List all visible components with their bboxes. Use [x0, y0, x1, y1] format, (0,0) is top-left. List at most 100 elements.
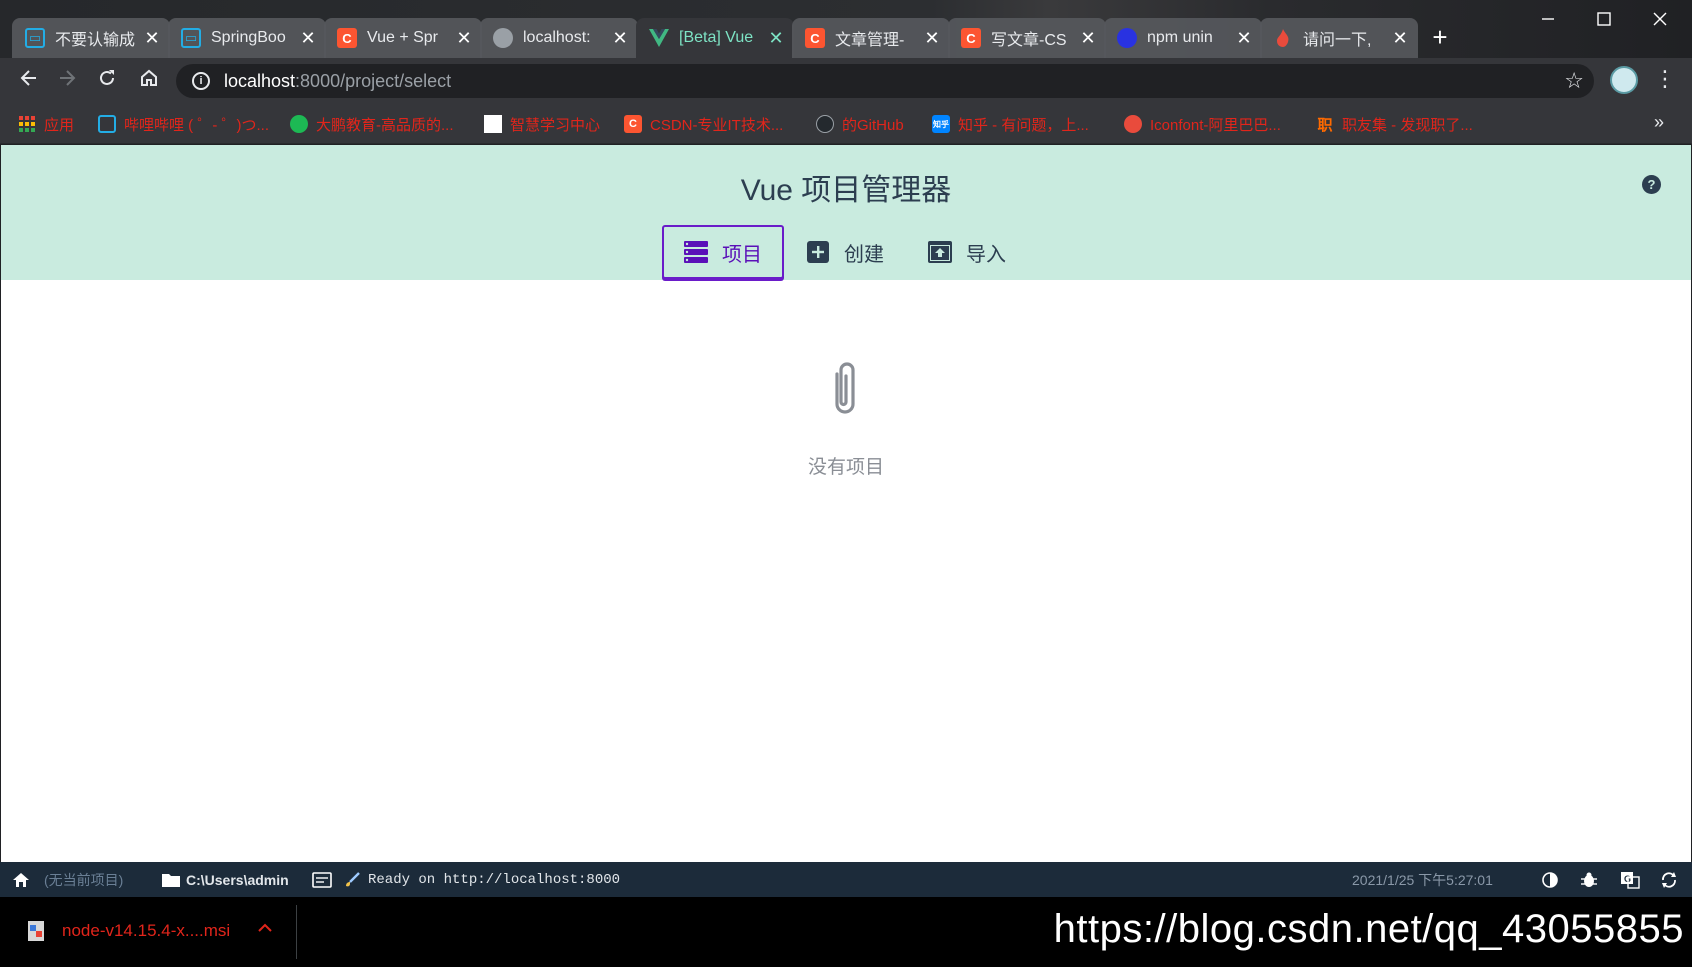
- reload-icon[interactable]: [92, 66, 122, 96]
- tab-title: Vue + Spr: [367, 29, 439, 46]
- bookmark-github[interactable]: 的GitHub: [816, 112, 904, 136]
- tab-label: 导入: [966, 243, 1006, 266]
- bookmark-label: 职友集 - 发现职了...: [1342, 116, 1473, 134]
- current-folder[interactable]: C:\Users\admin: [162, 862, 289, 897]
- browser-tab[interactable]: C 写文章-CS ✕: [948, 18, 1106, 58]
- dark-mode-icon[interactable]: [1542, 862, 1558, 897]
- browser-tab[interactable]: ▭ SpringBoo ✕: [168, 18, 326, 58]
- log-message[interactable]: Ready on http://localhost:8000: [368, 862, 620, 897]
- bookmark-bilibili[interactable]: 哔哩哔哩 ( ゜- ゜)つ...: [98, 112, 269, 136]
- baidu-icon: [1117, 28, 1137, 48]
- profile-avatar[interactable]: [1610, 66, 1638, 94]
- forward-icon[interactable]: [52, 66, 82, 96]
- tab-title: 不要认输成: [55, 32, 136, 49]
- close-icon[interactable]: ✕: [610, 28, 630, 49]
- empty-state-text: 没有项目: [807, 457, 884, 478]
- csdn-icon: C: [961, 28, 981, 48]
- browser-tab[interactable]: ▭ 不要认输成 ✕: [12, 18, 170, 58]
- address-bar[interactable]: i localhost :8000/project/select ☆: [176, 64, 1594, 98]
- bilibili-icon: ▭: [25, 28, 45, 48]
- more-menu-icon[interactable]: ⋮: [1654, 66, 1676, 92]
- csdn-icon: C: [805, 28, 825, 48]
- translate-icon[interactable]: G: [1620, 862, 1640, 897]
- csdn-icon: C: [337, 28, 357, 48]
- close-icon[interactable]: ✕: [922, 28, 942, 49]
- browser-tab[interactable]: npm unin ✕: [1104, 18, 1262, 58]
- blank-page-icon: [484, 115, 502, 133]
- close-icon[interactable]: ✕: [1390, 28, 1410, 49]
- browser-tab[interactable]: localhost: ✕: [480, 18, 638, 58]
- new-tab-button[interactable]: +: [1424, 22, 1456, 54]
- bookmark-label: 的GitHub: [842, 116, 904, 134]
- chevron-up-icon[interactable]: [258, 919, 272, 937]
- tab-projects[interactable]: 项目: [662, 225, 784, 279]
- bookmark-zhihu[interactable]: 知乎 知乎 - 有问题，上...: [932, 112, 1089, 136]
- close-icon[interactable]: ✕: [454, 28, 474, 49]
- tab-title: localhost:: [523, 29, 591, 46]
- bookmark-dapeng[interactable]: 大鹏教育-高品质的...: [290, 112, 454, 136]
- bookmark-label: CSDN-专业IT技术...: [650, 116, 784, 134]
- bookmark-apps[interactable]: 应用: [18, 112, 74, 136]
- bookmark-iconfont[interactable]: Iconfont-阿里巴巴...: [1124, 112, 1281, 136]
- import-icon: [928, 241, 952, 263]
- close-icon[interactable]: ✕: [1078, 28, 1098, 49]
- divider: [296, 905, 297, 959]
- site-info-icon[interactable]: i: [192, 72, 210, 90]
- bilibili-icon: [98, 115, 116, 133]
- tab-create[interactable]: 创建: [784, 225, 906, 279]
- bug-icon[interactable]: [1580, 862, 1598, 897]
- msi-file-icon: [28, 921, 44, 941]
- tab-title: 写文章-CS: [991, 32, 1067, 49]
- window-close-button[interactable]: [1632, 6, 1688, 34]
- bookmark-smart-learning[interactable]: 智慧学习中心: [484, 112, 600, 136]
- home-icon[interactable]: [12, 862, 30, 897]
- bookmark-zhiyouji[interactable]: 职 职友集 - 发现职了...: [1316, 112, 1473, 136]
- bookmarks-bar: 应用 哔哩哔哩 ( ゜- ゜)つ... 大鹏教育-高品质的... 智慧学习中心 …: [0, 104, 1692, 144]
- download-filename: node-v14.15.4-x....msi: [62, 921, 231, 940]
- bookmark-label: 智慧学习中心: [510, 116, 601, 134]
- paperclip-icon: [835, 362, 855, 414]
- back-icon[interactable]: [14, 66, 44, 96]
- close-icon[interactable]: ✕: [766, 28, 786, 49]
- url-host: localhost: [224, 70, 296, 91]
- bookmark-csdn[interactable]: C CSDN-专业IT技术...: [624, 112, 783, 136]
- tab-import[interactable]: 导入: [906, 225, 1028, 279]
- browser-tab[interactable]: C 文章管理- ✕: [792, 18, 950, 58]
- github-icon: [816, 115, 834, 133]
- flame-icon: [1273, 28, 1293, 48]
- globe-icon: [493, 28, 513, 48]
- datetime: 2021/1/25 下午5:27:01: [1352, 871, 1493, 888]
- tab-label: 项目: [722, 243, 762, 266]
- tab-title: SpringBoo: [211, 29, 286, 46]
- download-item[interactable]: node-v14.15.4-x....msi: [26, 919, 230, 943]
- csdn-icon: C: [624, 115, 642, 133]
- bookmark-label: 大鹏教育-高品质的...: [316, 116, 454, 134]
- current-project[interactable]: (无当前项目): [44, 862, 123, 897]
- zhihu-icon: 知乎: [932, 115, 950, 133]
- page-title: Vue 项目管理器: [740, 174, 952, 207]
- bilibili-icon: ▭: [181, 28, 201, 48]
- help-icon[interactable]: ?: [1642, 175, 1661, 194]
- minimize-button[interactable]: [1520, 6, 1576, 34]
- terminal-icon[interactable]: [312, 862, 332, 897]
- browser-tab[interactable]: C Vue + Spr ✕: [324, 18, 482, 58]
- vue-icon: [649, 28, 669, 48]
- maximize-button[interactable]: [1576, 6, 1632, 34]
- bookmarks-overflow-icon[interactable]: »: [1654, 112, 1664, 133]
- close-icon[interactable]: ✕: [142, 28, 162, 49]
- home-icon[interactable]: [134, 66, 164, 96]
- watermark-url: https://blog.csdn.net/qq_43055855: [1053, 907, 1684, 951]
- bookmark-star-icon[interactable]: ☆: [1564, 68, 1584, 94]
- tab-title: npm unin: [1147, 29, 1213, 46]
- close-icon[interactable]: ✕: [1234, 28, 1254, 49]
- refresh-icon[interactable]: [1660, 862, 1678, 897]
- browser-tab[interactable]: 请问一下, ✕: [1260, 18, 1418, 58]
- zhiyouji-icon: 职: [1317, 116, 1333, 134]
- tab-strip: ▭ 不要认输成 ✕ ▭ SpringBoo ✕ C Vue + Spr ✕ lo…: [0, 0, 1692, 58]
- browser-tab-active[interactable]: [Beta] Vue ✕: [636, 18, 794, 58]
- tab-title: 请问一下,: [1303, 32, 1372, 49]
- iconfont-icon: [1124, 115, 1142, 133]
- close-icon[interactable]: ✕: [298, 28, 318, 49]
- bookmark-label: 哔哩哔哩 ( ゜- ゜)つ...: [124, 116, 269, 134]
- vue-ui-app: Vue 项目管理器 ? 项目 创建 导入 没有项目: [1, 145, 1691, 862]
